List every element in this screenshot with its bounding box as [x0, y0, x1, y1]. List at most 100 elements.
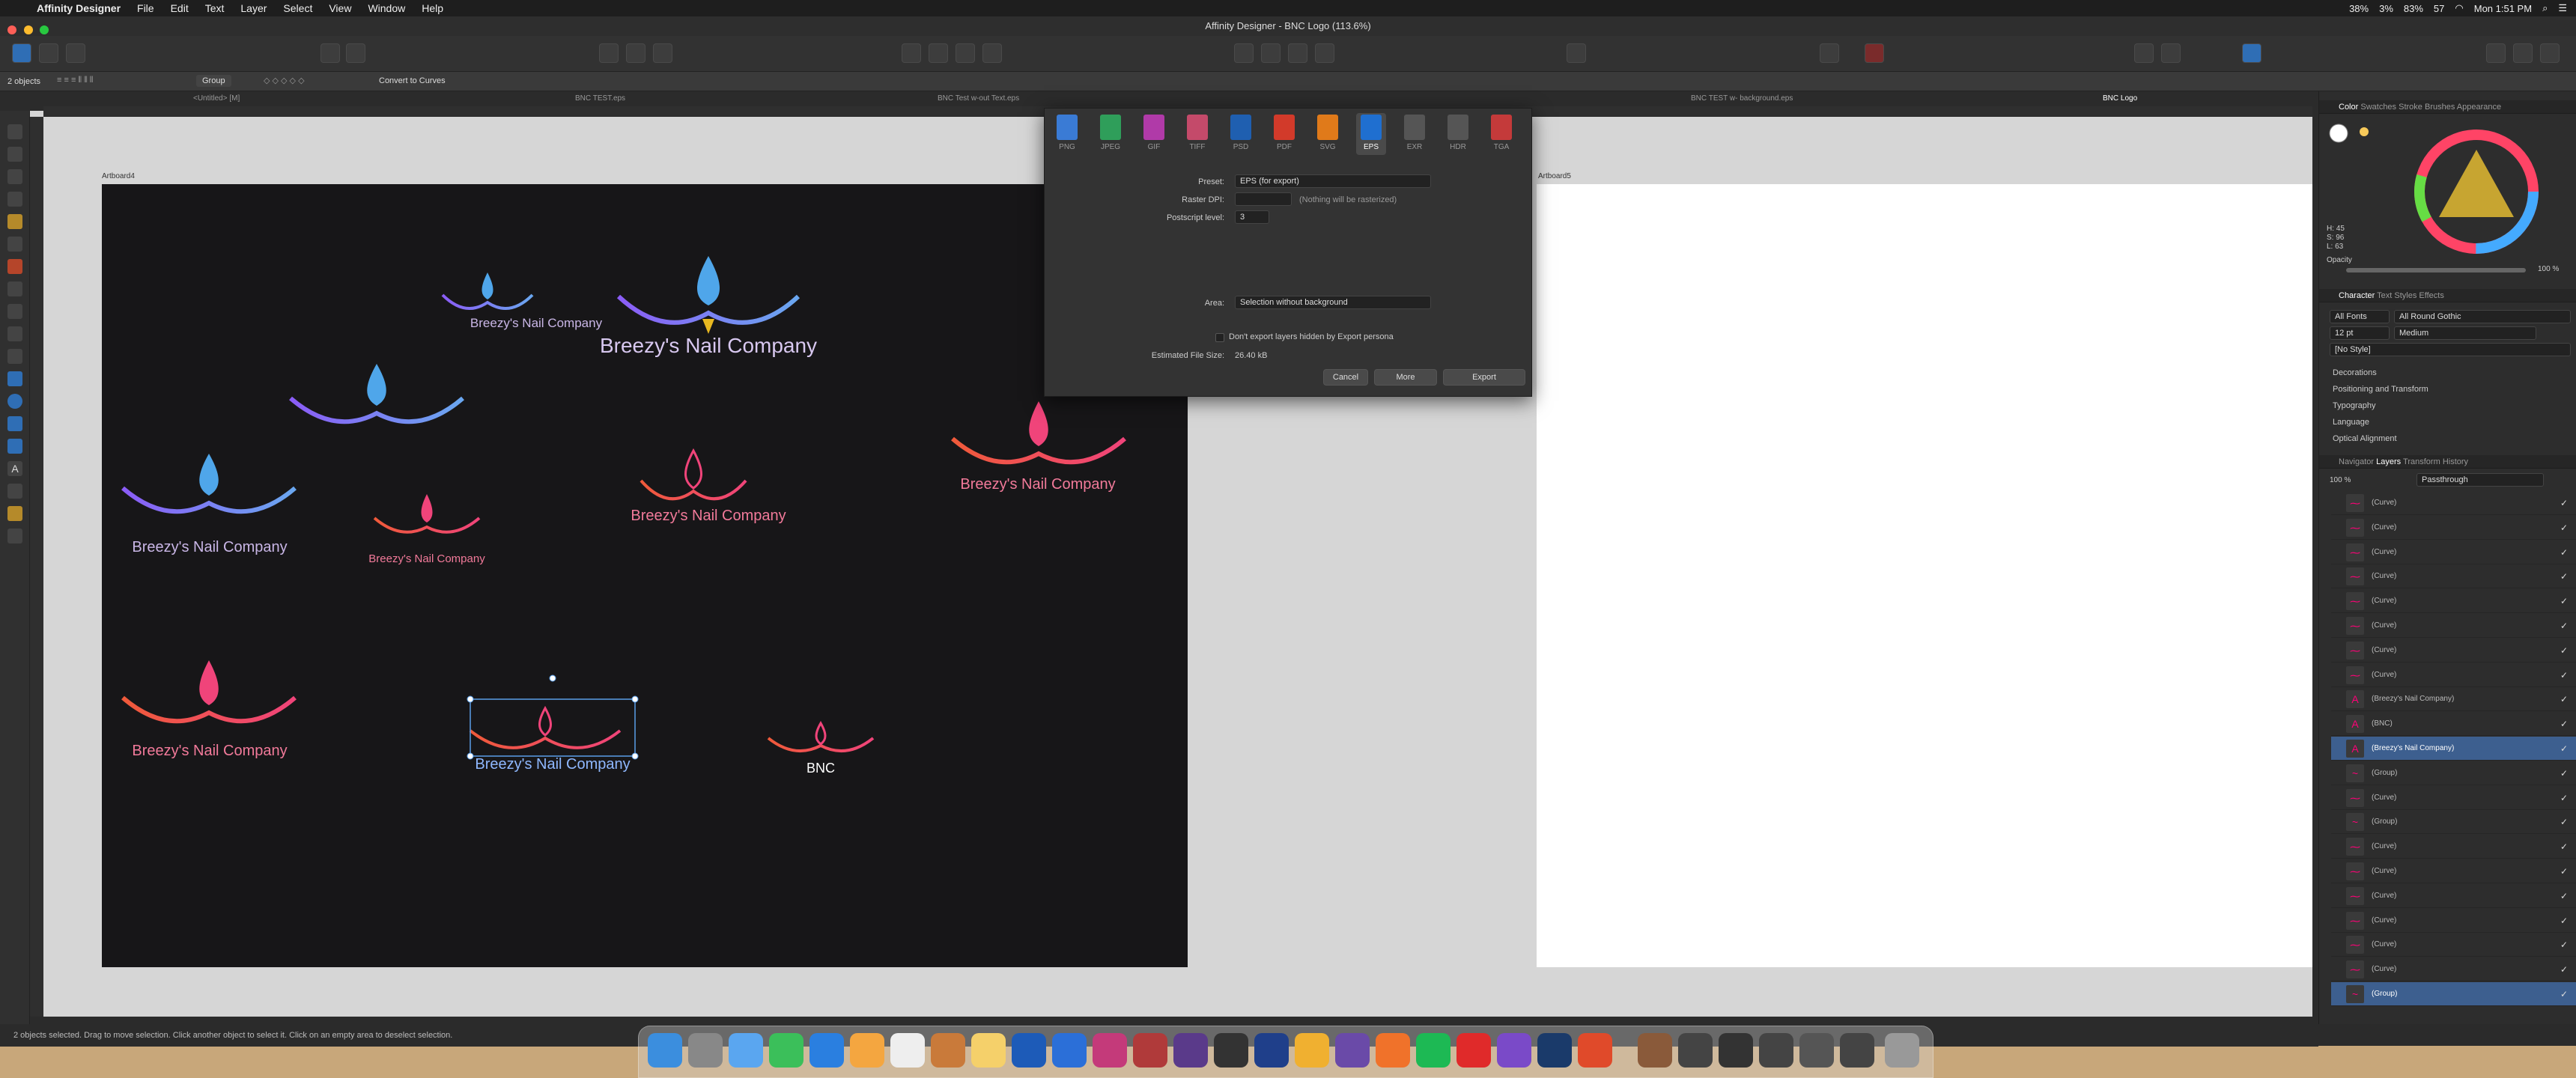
layer-visibility-checkbox[interactable]: ✓: [2560, 712, 2568, 736]
tab-layers[interactable]: Layers: [2376, 457, 2401, 466]
tab-transform[interactable]: Transform: [2403, 457, 2440, 466]
layer-visibility-checkbox[interactable]: ✓: [2560, 639, 2568, 663]
layer-row[interactable]: A (BNC) ✓: [2331, 712, 2576, 737]
firefox-icon[interactable]: [1376, 1033, 1410, 1068]
arrange-backward-icon[interactable]: [929, 43, 948, 63]
layer-row[interactable]: ⁓ (Curve) ✓: [2331, 491, 2576, 515]
preset-select[interactable]: EPS (for export): [1235, 174, 1431, 188]
stickies-icon[interactable]: [971, 1033, 1006, 1068]
one-password-icon[interactable]: [1012, 1033, 1046, 1068]
saturation-triangle[interactable]: [2439, 150, 2514, 217]
fill-swatch-icon[interactable]: [2329, 124, 2348, 143]
layer-visibility-checkbox[interactable]: ✓: [2560, 540, 2568, 564]
layer-row[interactable]: ⁓ (Curve) ✓: [2331, 957, 2576, 982]
format-png[interactable]: PNG: [1052, 113, 1082, 155]
font-weight-select[interactable]: Medium: [2394, 326, 2536, 340]
arrange-forward-icon[interactable]: [956, 43, 975, 63]
insert-inside-icon[interactable]: [2134, 43, 2154, 63]
spotify-icon[interactable]: [1416, 1033, 1450, 1068]
window-thumbnail-3-icon[interactable]: [1759, 1033, 1793, 1068]
affinity-publisher-icon[interactable]: [1133, 1033, 1167, 1068]
preferences-icon[interactable]: [2513, 43, 2533, 63]
pixel-view-icon[interactable]: [626, 43, 645, 63]
tab-character[interactable]: Character: [2339, 291, 2375, 300]
layer-visibility-checkbox[interactable]: ✓: [2560, 589, 2568, 613]
place-image-icon[interactable]: [7, 326, 22, 341]
search-icon[interactable]: ⌕: [2542, 2, 2548, 14]
affinity-photo-icon[interactable]: [1093, 1033, 1127, 1068]
rotate-right-icon[interactable]: [1315, 43, 1334, 63]
vectornator-icon[interactable]: [1295, 1033, 1329, 1068]
close-window-button[interactable]: [7, 25, 16, 34]
format-pdf[interactable]: PDF: [1269, 113, 1299, 155]
layer-visibility-checkbox[interactable]: ✓: [2560, 491, 2568, 515]
opacity-slider[interactable]: [2346, 268, 2526, 272]
layer-visibility-checkbox[interactable]: ✓: [2560, 933, 2568, 957]
layer-row[interactable]: ⁓ (Curve) ✓: [2331, 859, 2576, 883]
layer-visibility-checkbox[interactable]: ✓: [2560, 859, 2568, 883]
view-mode-icon[interactable]: [599, 43, 619, 63]
pen-tool-icon[interactable]: [7, 214, 22, 229]
cpu-status[interactable]: 38%: [2349, 3, 2369, 14]
layer-visibility-checkbox[interactable]: ✓: [2560, 614, 2568, 638]
layer-row[interactable]: ⁓ (Curve) ✓: [2331, 909, 2576, 933]
layer-row[interactable]: A (Breezy's Nail Company) ✓: [2331, 737, 2576, 761]
arrange-front-icon[interactable]: [982, 43, 1002, 63]
more-button[interactable]: More: [1374, 369, 1437, 386]
zoom-tool-icon[interactable]: [7, 529, 22, 543]
point-transform-icon[interactable]: [7, 169, 22, 184]
layer-visibility-checkbox[interactable]: ✓: [2560, 663, 2568, 687]
format-jpeg[interactable]: JPEG: [1096, 113, 1126, 155]
menu-app[interactable]: Affinity Designer: [28, 2, 129, 14]
format-hdr[interactable]: HDR: [1443, 113, 1473, 155]
layer-visibility-checkbox[interactable]: ✓: [2560, 835, 2568, 859]
tab-stroke[interactable]: Stroke: [2399, 103, 2422, 112]
transparency-tool-icon[interactable]: [7, 304, 22, 319]
flip-vertical-icon[interactable]: [1261, 43, 1281, 63]
affinity-designer-icon[interactable]: [1052, 1033, 1087, 1068]
heart-shape-icon[interactable]: [7, 439, 22, 454]
menu-view[interactable]: View: [321, 2, 359, 14]
layer-row[interactable]: ⁓ (Curve) ✓: [2331, 614, 2576, 638]
tab-brushes[interactable]: Brushes: [2425, 103, 2455, 112]
insert-behind-icon[interactable]: [2161, 43, 2181, 63]
font-size-select[interactable]: 12 pt: [2330, 326, 2390, 340]
minimize-window-button[interactable]: [23, 25, 33, 34]
insert-top-icon[interactable]: [2242, 43, 2261, 63]
layer-visibility-checkbox[interactable]: ✓: [2560, 516, 2568, 540]
omnifocus-icon[interactable]: [1254, 1033, 1289, 1068]
affinity-shared-icon[interactable]: [1335, 1033, 1370, 1068]
section-typography[interactable]: Typography: [2333, 401, 2375, 410]
layer-row[interactable]: ⁓ (Curve) ✓: [2331, 639, 2576, 663]
pencil-tool-icon[interactable]: [7, 237, 22, 252]
brand-text-selected[interactable]: Breezy's Nail Company: [461, 756, 644, 773]
layer-row[interactable]: ⁓ (Curve) ✓: [2331, 564, 2576, 589]
transform-buttons-icon[interactable]: ◇ ◇ ◇ ◇ ◇: [264, 76, 305, 85]
photos-icon[interactable]: [850, 1033, 884, 1068]
tab-swatches[interactable]: Swatches: [2360, 103, 2396, 112]
mem-status[interactable]: 3%: [2379, 3, 2393, 14]
menu-select[interactable]: Select: [275, 2, 321, 14]
window-thumbnail-2-icon[interactable]: [1719, 1033, 1753, 1068]
layer-visibility-checkbox[interactable]: ✓: [2560, 957, 2568, 981]
system-preferences-icon[interactable]: [688, 1033, 723, 1068]
tab-bnc-logo[interactable]: BNC Logo: [2103, 94, 2137, 103]
stroke-swatch-icon[interactable]: [2360, 127, 2369, 136]
layer-visibility-checkbox[interactable]: ✓: [2560, 564, 2568, 588]
zoom-window-button[interactable]: [40, 25, 49, 34]
layer-row[interactable]: ⁓ (Curve) ✓: [2331, 663, 2576, 687]
cancel-button[interactable]: Cancel: [1323, 369, 1368, 386]
hand-tool-icon[interactable]: [7, 506, 22, 521]
davinci-icon[interactable]: [1173, 1033, 1208, 1068]
rectangle-tool-icon[interactable]: [7, 371, 22, 386]
layer-row[interactable]: ~ (Group) ✓: [2331, 810, 2576, 835]
section-language[interactable]: Language: [2333, 418, 2369, 427]
layer-row[interactable]: ~ (Group) ✓: [2331, 982, 2576, 1006]
screen-recorder-icon[interactable]: [1578, 1033, 1612, 1068]
tab-bnc-test-background[interactable]: BNC TEST w- background.eps: [1691, 94, 1793, 103]
window-thumbnail-5-icon[interactable]: [1840, 1033, 1874, 1068]
tab-appearance[interactable]: Appearance: [2457, 103, 2501, 112]
tab-untitled[interactable]: <Untitled> [M]: [193, 94, 240, 103]
format-tga[interactable]: TGA: [1486, 113, 1516, 155]
group-button[interactable]: Group: [196, 75, 231, 87]
